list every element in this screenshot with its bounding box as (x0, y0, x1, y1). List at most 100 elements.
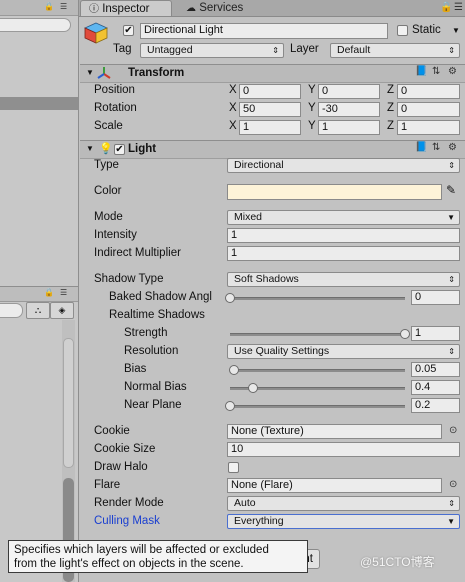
cloud-icon: ☁ (186, 3, 196, 14)
updown-arrow-icon: ⇕ (272, 46, 279, 55)
axis-y-label: Y (308, 102, 316, 114)
strength-track[interactable] (230, 333, 405, 336)
updown-arrow-icon: ⇕ (448, 347, 455, 356)
baked-shadow-angle-field[interactable]: 0 (411, 290, 460, 305)
object-picker-icon[interactable]: ⊙ (449, 425, 457, 436)
updown-arrow-icon: ⇕ (448, 499, 455, 508)
scale-z-field[interactable]: 1 (397, 120, 460, 135)
near-plane-field[interactable]: 0.2 (411, 398, 460, 413)
rotation-x-field[interactable]: 50 (239, 102, 301, 117)
bias-field[interactable]: 0.05 (411, 362, 460, 377)
color-swatch[interactable] (227, 184, 442, 200)
help-book-icon[interactable]: 📘 (415, 142, 427, 153)
transform-title: Transform (128, 67, 185, 79)
foldout-arrow-icon[interactable]: ▼ (86, 68, 94, 77)
tag-dropdown[interactable]: Untagged ⇕ (140, 43, 284, 58)
flare-label: Flare (94, 479, 121, 491)
axis-x-label: X (229, 102, 237, 114)
axis-z-label: Z (387, 84, 395, 96)
indirect-multiplier-label: Indirect Multiplier (94, 247, 181, 259)
preset-icon[interactable]: ⇅ (432, 66, 440, 77)
position-y-field[interactable]: 0 (318, 84, 380, 99)
axis-z-label: Z (387, 102, 395, 114)
position-label: Position (94, 84, 135, 96)
gear-icon[interactable]: ⚙ (448, 142, 457, 153)
preset-icon[interactable]: ⇅ (432, 142, 440, 153)
type-dropdown[interactable]: Directional ⇕ (227, 158, 460, 173)
menu-icon[interactable]: ☰ (60, 288, 68, 297)
object-name-field[interactable]: Directional Light (140, 23, 388, 39)
light-enabled-checkbox[interactable]: ✔ (114, 144, 125, 155)
eyedropper-icon[interactable]: ✎ (446, 183, 456, 197)
draw-halo-checkbox[interactable] (228, 462, 239, 473)
axis-y-label: Y (308, 120, 316, 132)
rotation-z-field[interactable]: 0 (397, 102, 460, 117)
menu-icon[interactable]: ☰ (60, 2, 68, 11)
cookie-field[interactable]: None (Texture) (227, 424, 442, 439)
hierarchy-search-input[interactable] (0, 18, 71, 32)
static-dropdown-arrow-icon[interactable]: ▼ (452, 26, 460, 35)
lock-icon[interactable]: 🔒 (44, 2, 55, 11)
render-mode-dropdown[interactable]: Auto ⇕ (227, 496, 460, 511)
foldout-arrow-icon[interactable]: ▼ (86, 144, 94, 153)
shadow-type-dropdown[interactable]: Soft Shadows ⇕ (227, 272, 460, 287)
color-label: Color (94, 185, 122, 197)
near-plane-track[interactable] (230, 405, 405, 408)
object-picker-icon[interactable]: ⊙ (449, 479, 457, 490)
gear-icon[interactable]: ⚙ (448, 66, 457, 77)
render-mode-label: Render Mode (94, 497, 164, 509)
strength-knob[interactable] (400, 329, 410, 339)
active-checkbox[interactable]: ✔ (123, 25, 134, 36)
scale-x-field[interactable]: 1 (239, 120, 301, 135)
shadow-type-label: Shadow Type (94, 273, 164, 285)
strength-field[interactable]: 1 (411, 326, 460, 341)
strength-label: Strength (124, 327, 168, 339)
tab-inspector[interactable]: ⓘ Inspector (80, 0, 172, 16)
cookie-size-field[interactable]: 10 (227, 442, 460, 457)
position-z-field[interactable]: 0 (397, 84, 460, 99)
near-plane-knob[interactable] (225, 401, 235, 411)
menu-icon[interactable]: ☰ (454, 2, 463, 13)
position-x-field[interactable]: 0 (239, 84, 301, 99)
filter-label-icon[interactable]: ◈ (50, 302, 74, 319)
culling-mask-tooltip: Specifies which layers will be affected … (8, 540, 308, 573)
gameobject-cube-icon (84, 22, 108, 44)
indirect-multiplier-field[interactable]: 1 (227, 246, 460, 261)
flare-field[interactable]: None (Flare) (227, 478, 442, 493)
lock-icon[interactable]: 🔒 (44, 288, 55, 297)
baked-shadow-angle-label: Baked Shadow Angl (109, 291, 212, 303)
mode-dropdown[interactable]: Mixed ▼ (227, 210, 460, 225)
watermark: @51CTO博客 (360, 555, 435, 569)
rotation-label: Rotation (94, 102, 137, 114)
project-toolbar: 🔒 ☰ (0, 286, 78, 302)
layer-dropdown[interactable]: Default ⇕ (330, 43, 460, 58)
tab-services[interactable]: ☁ Services (178, 0, 274, 16)
cookie-size-label: Cookie Size (94, 443, 156, 455)
help-book-icon[interactable]: 📘 (415, 66, 427, 77)
rotation-y-field[interactable]: -30 (318, 102, 380, 117)
culling-mask-dropdown[interactable]: Everything ▼ (227, 514, 460, 529)
baked-shadow-angle-track[interactable] (230, 297, 405, 300)
bias-track[interactable] (230, 369, 405, 372)
resolution-dropdown[interactable]: Use Quality Settings ⇕ (227, 344, 460, 359)
tag-label: Tag (113, 43, 132, 55)
static-checkbox[interactable] (397, 25, 408, 36)
project-scrollbar-track (63, 338, 74, 468)
axis-z-label: Z (387, 120, 395, 132)
scale-y-field[interactable]: 1 (318, 120, 380, 135)
project-search-input[interactable] (0, 303, 23, 318)
axis-x-label: X (229, 120, 237, 132)
axis-x-label: X (229, 84, 237, 96)
transform-icon (96, 66, 112, 80)
culling-mask-label: Culling Mask (94, 515, 160, 527)
normal-bias-field[interactable]: 0.4 (411, 380, 460, 395)
intensity-field[interactable]: 1 (227, 228, 460, 243)
resolution-label: Resolution (124, 345, 179, 357)
type-label: Type (94, 159, 119, 171)
hierarchy-selected-row[interactable] (0, 97, 78, 110)
lock-icon[interactable]: 🔒 (440, 2, 452, 13)
baked-shadow-angle-knob[interactable] (225, 293, 235, 303)
bias-label: Bias (124, 363, 147, 375)
near-plane-label: Near Plane (124, 399, 182, 411)
filter-type-icon[interactable]: ⛬ (26, 302, 50, 319)
